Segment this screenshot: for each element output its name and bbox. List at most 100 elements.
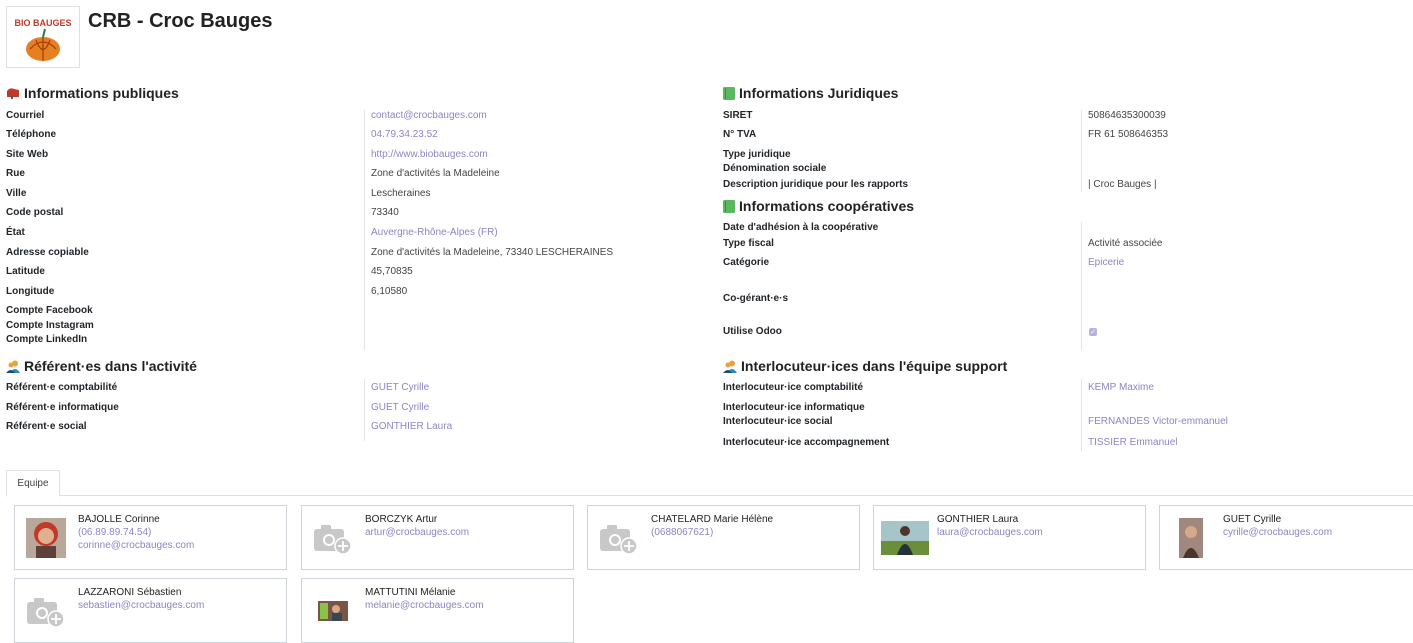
team-member-email[interactable]: artur@crocbauges.com [365,527,469,538]
legal-value-n-tva: FR 61 508646353 [1088,129,1169,140]
team-member-name: BAJOLLE Corinne [78,514,160,525]
referent-value-referent-e-informatique[interactable]: GUET Cyrille [371,402,429,413]
public-label-compte-facebook: Compte Facebook [6,305,93,316]
coop-label-co-gerant-e-s: Co-gérant·e·s [723,293,789,304]
avatar [20,512,72,564]
legal-label-siret: SIRET [723,110,753,121]
camera-placeholder-icon [600,525,638,554]
public-label-site-web: Site Web [6,149,49,160]
support-value-interlocuteur-ice-comptabilite[interactable]: KEMP Maxime [1088,382,1154,393]
public-label-longitude: Longitude [6,286,55,297]
coop-label-utilise-odoo: Utilise Odoo [723,326,782,337]
public-value-code-postal: 73340 [371,207,399,218]
column-divider [364,110,365,350]
referent-value-referent-e-social[interactable]: GONTHIER Laura [371,421,452,432]
team-member-email[interactable]: cyrille@crocbauges.com [1223,527,1332,538]
book-icon [723,86,735,100]
legal-label-type-juridique: Type juridique [723,149,791,160]
team-member-card[interactable]: MATTUTINI Mélanie melanie@crocbauges.com [301,578,574,643]
book-icon [723,199,735,213]
referent-label-referent-e-social: Référent·e social [6,421,87,432]
team-member-name: GONTHIER Laura [937,514,1019,525]
mailbox-icon [7,88,19,99]
public-value-rue: Zone d'activités la Madeleine [371,168,500,179]
people-icon [723,360,737,373]
support-label-interlocuteur-ice-comptabilite: Interlocuteur·ice comptabilité [723,382,864,393]
legal-label-description-juridique-pour-les-rapports: Description juridique pour les rapports [723,179,909,190]
camera-placeholder-icon [314,525,352,554]
legal-label-n-tva: N° TVA [723,129,757,140]
legal-value-siret: 50864635300039 [1088,110,1166,121]
utilise-odoo-checkbox[interactable]: ✓ [1089,328,1097,336]
team-member-phone[interactable]: (06.89.89.74.54) [78,527,151,538]
referent-label-referent-e-comptabilite: Référent·e comptabilité [6,382,118,393]
team-member-card[interactable]: CHATELARD Marie Hélène (0688067621) [587,505,860,570]
public-value-adresse-copiable: Zone d'activités la Madeleine, 73340 LES… [371,247,614,258]
team-member-card[interactable]: GONTHIER Laura laura@crocbauges.com [873,505,1146,570]
section-referents: Référent·es dans l'activité [6,358,197,374]
team-member-name: GUET Cyrille [1223,514,1282,525]
public-value-site-web[interactable]: http://www.biobauges.com [371,149,488,160]
page-title: CRB - Croc Bauges [88,10,273,32]
company-logo: BIO BAUGES [6,6,80,68]
support-label-interlocuteur-ice-accompagnement: Interlocuteur·ice accompagnement [723,437,890,448]
public-label-etat: État [6,227,25,238]
legal-label-denomination-sociale: Dénomination sociale [723,163,827,174]
legal-value-description-juridique-pour-les-rapports: | Croc Bauges | [1088,179,1157,190]
team-member-card[interactable]: LAZZARONI Sébastien sebastien@crocbauges.… [14,578,287,643]
team-member-card[interactable]: BAJOLLE Corinne (06.89.89.74.54) corinne@c… [14,505,287,570]
user-photo [1179,518,1203,558]
public-label-courriel: Courriel [6,110,45,121]
section-title-text: Interlocuteur·ices dans l'équipe support [741,358,1008,374]
public-value-courriel[interactable]: contact@crocbauges.com [371,110,487,121]
team-member-card[interactable]: BORCZYK Artur artur@crocbauges.com [301,505,574,570]
team-member-name: MATTUTINI Mélanie [365,587,456,598]
avatar [307,585,359,637]
svg-text:BIO BAUGES: BIO BAUGES [14,18,71,28]
coop-label-date-d-adhesion-a-la-cooperative: Date d'adhésion à la coopérative [723,222,879,233]
team-member-email[interactable]: sebastien@crocbauges.com [78,600,204,611]
coop-label-type-fiscal: Type fiscal [723,238,774,249]
section-public-info: Informations publiques [6,85,179,101]
column-divider [1081,222,1082,350]
public-value-ville: Lescheraines [371,188,431,199]
public-label-rue: Rue [6,168,25,179]
support-value-interlocuteur-ice-social[interactable]: FERNANDES Victor-emmanuel [1088,416,1228,427]
public-label-adresse-copiable: Adresse copiable [6,247,89,258]
team-member-phone[interactable]: (0688067621) [651,527,713,538]
avatar [1165,512,1217,564]
team-member-name: BORCZYK Artur [365,514,438,525]
public-label-ville: Ville [6,188,27,199]
team-member-card[interactable]: GUET Cyrille cyrille@crocbauges.com [1159,505,1413,570]
team-member-name: LAZZARONI Sébastien [78,587,182,598]
support-label-interlocuteur-ice-informatique: Interlocuteur·ice informatique [723,402,865,413]
user-photo [318,601,348,621]
team-member-email[interactable]: laura@crocbauges.com [937,527,1043,538]
tabs-divider [6,495,1413,496]
user-photo [26,518,66,558]
team-member-name: CHATELARD Marie Hélène [651,514,774,525]
public-value-etat[interactable]: Auvergne-Rhône-Alpes (FR) [371,227,498,238]
team-member-email[interactable]: melanie@crocbauges.com [365,600,484,611]
public-value-telephone[interactable]: 04.79.34.23.52 [371,129,438,140]
team-member-email[interactable]: corinne@crocbauges.com [78,540,194,551]
avatar-placeholder [307,512,359,564]
tab-equipe[interactable]: Equipe [6,470,60,497]
referent-value-referent-e-comptabilite[interactable]: GUET Cyrille [371,382,429,393]
public-label-compte-instagram: Compte Instagram [6,320,94,331]
column-divider [1081,110,1082,192]
people-icon [6,360,20,373]
section-title-text: Informations publiques [24,85,179,101]
user-photo [881,521,929,555]
coop-value-categorie[interactable]: Epicerie [1088,257,1124,268]
support-value-interlocuteur-ice-accompagnement[interactable]: TISSIER Emmanuel [1088,437,1177,448]
support-label-interlocuteur-ice-social: Interlocuteur·ice social [723,416,833,427]
column-divider [1081,379,1082,451]
section-legal-info: Informations Juridiques [723,85,898,101]
camera-placeholder-icon [27,598,65,627]
avatar-placeholder [593,512,645,564]
section-support: Interlocuteur·ices dans l'équipe support [723,358,1007,374]
public-label-code-postal: Code postal [6,207,64,218]
avatar [879,512,931,564]
avatar-placeholder [20,585,72,637]
